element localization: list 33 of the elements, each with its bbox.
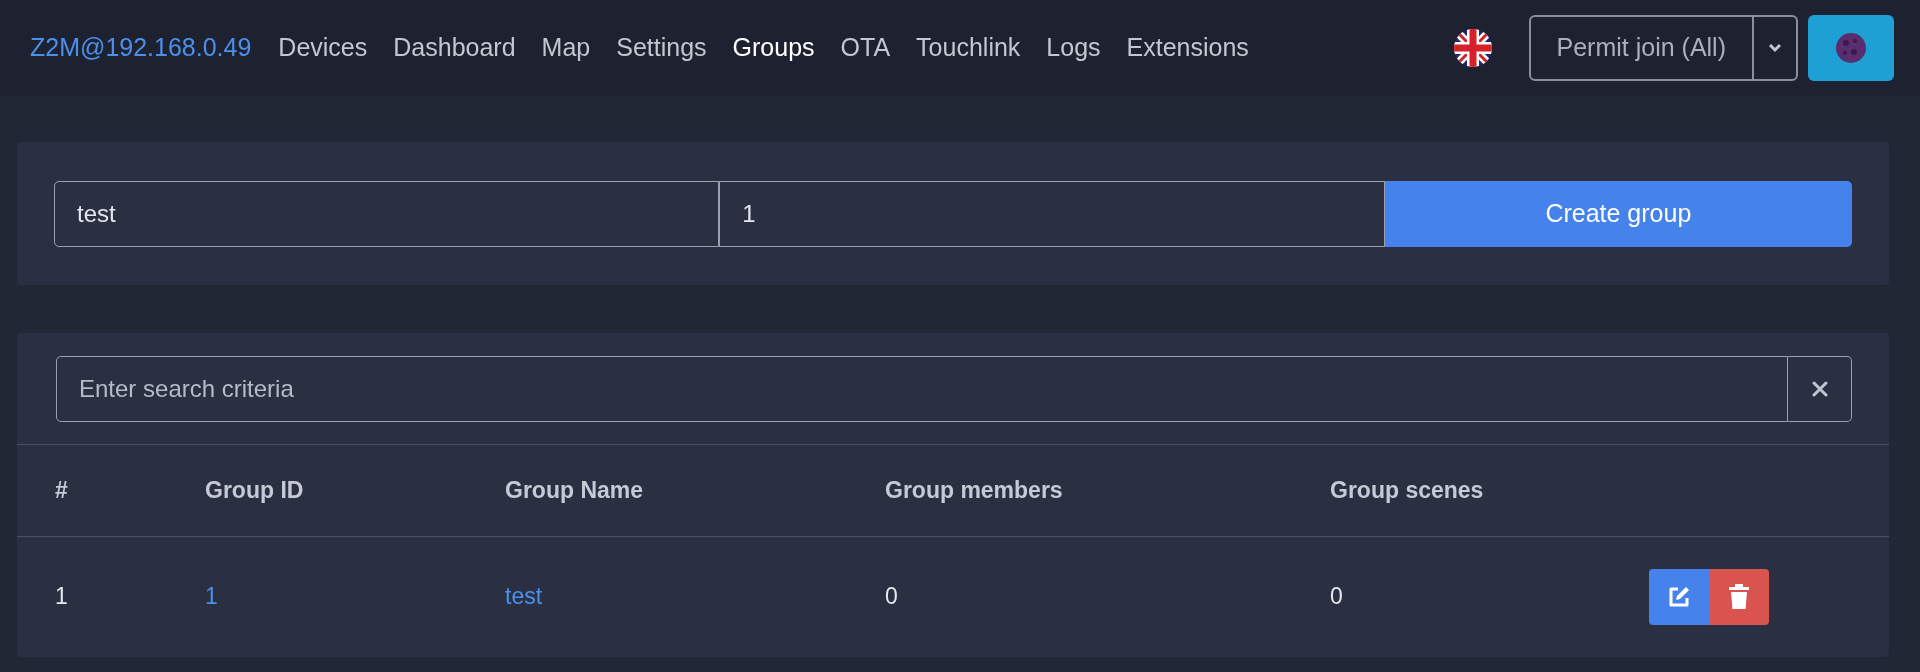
trash-icon [1728, 583, 1750, 610]
group-name-link[interactable]: test [505, 583, 543, 610]
group-id-field[interactable]: 1 [719, 181, 1385, 247]
column-header: Group Name [467, 444, 847, 536]
table-cell: 0 [847, 536, 1292, 657]
group-id-link[interactable]: 1 [205, 583, 218, 610]
caret-icon [1768, 43, 1782, 53]
nav-link[interactable]: Dashboard [380, 29, 529, 67]
create-group-button[interactable]: Create group [1384, 181, 1852, 247]
group-name-field[interactable]: test [54, 181, 720, 247]
delete-button[interactable] [1709, 568, 1769, 625]
nav-link[interactable]: Settings [603, 29, 720, 67]
nav-link[interactable]: Extensions [1113, 29, 1262, 67]
nav-link[interactable]: OTA [827, 29, 904, 67]
column-header: Group ID [167, 444, 467, 536]
nav-link[interactable]: Groups [719, 29, 828, 67]
nav-link[interactable]: Touchlink [903, 29, 1034, 67]
edit-button[interactable] [1649, 568, 1709, 625]
table-cell: 0 [1292, 536, 1549, 657]
theme-button[interactable] [1808, 15, 1894, 81]
clear-button[interactable] [1788, 356, 1852, 422]
brand-link[interactable]: Z2M@192.168.0.49 [30, 29, 252, 67]
nav-link[interactable]: Devices [265, 29, 381, 67]
permit-join-button[interactable]: Permit join (All) [1530, 17, 1752, 79]
table-cell: 1 [17, 536, 167, 657]
column-header: Group scenes [1292, 444, 1549, 536]
close-icon [1811, 381, 1828, 397]
nav-link[interactable]: Logs [1033, 29, 1114, 67]
moon-icon [1835, 32, 1867, 64]
column-header: # [17, 444, 167, 536]
column-header: Group members [847, 444, 1292, 536]
nav-link[interactable]: Map [528, 29, 604, 67]
search-field[interactable]: Enter search criteria [56, 356, 1788, 422]
